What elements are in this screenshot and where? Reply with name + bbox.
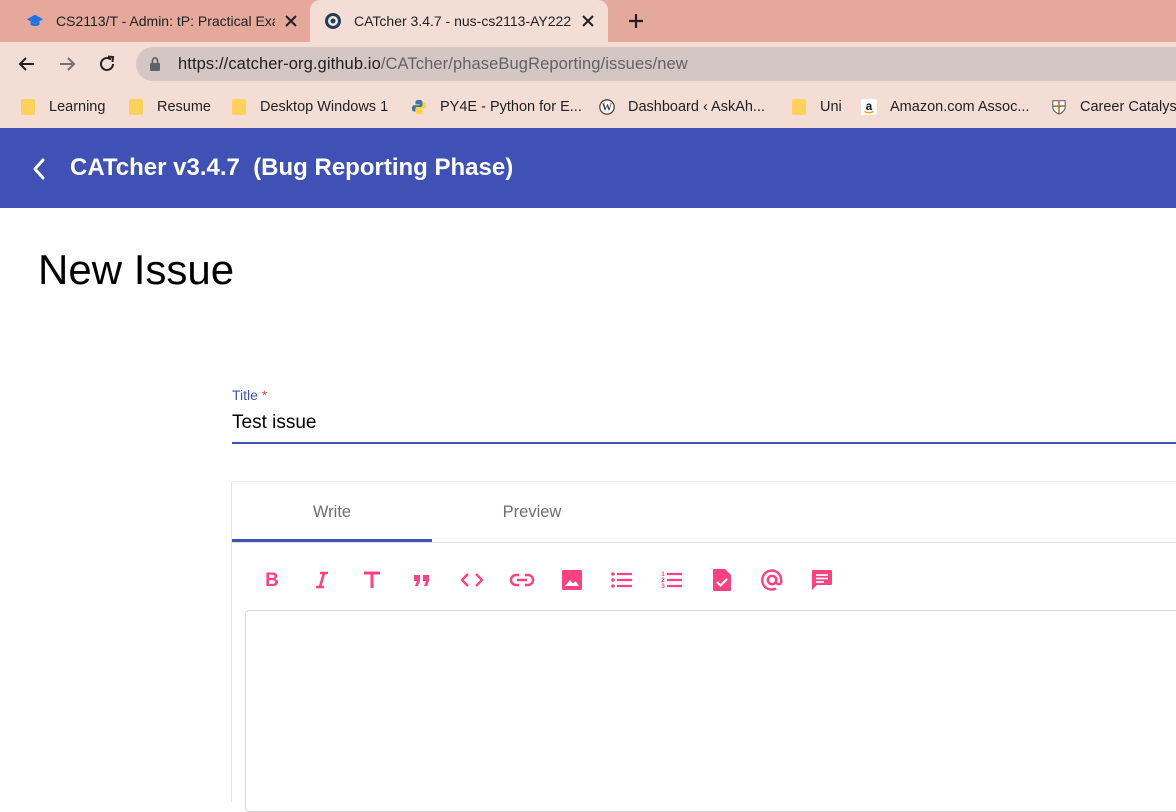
bookmark-label: Career Catalyst xyxy=(1080,99,1176,115)
title-input-underline xyxy=(232,442,1176,444)
tabs-divider xyxy=(232,542,1176,543)
bookmark-career-catalyst[interactable]: Career Catalyst xyxy=(1051,96,1176,118)
app-title: CATcher v3.4.7 (Bug Reporting Phase) xyxy=(70,154,514,181)
numbered-list-icon: 123 xyxy=(661,571,682,590)
reload-button[interactable] xyxy=(93,50,121,78)
close-tab-icon[interactable] xyxy=(281,11,301,31)
link-icon xyxy=(509,573,535,587)
saved-reply-button[interactable] xyxy=(808,566,836,594)
bookmark-label: Dashboard ‹ AskAh... xyxy=(628,99,766,115)
quote-button[interactable] xyxy=(408,566,436,594)
image-icon xyxy=(562,570,582,590)
bold-icon: B xyxy=(265,570,279,591)
page-title: New Issue xyxy=(38,246,235,293)
tab-title: CS2113/T - Admin: tP: Practical Exam xyxy=(56,13,275,29)
bulleted-list-icon xyxy=(611,572,632,588)
catcher-logo-icon xyxy=(324,12,342,30)
folder-icon xyxy=(128,99,144,116)
python-icon xyxy=(411,99,427,116)
plus-icon xyxy=(629,14,643,28)
italic-icon xyxy=(316,571,328,589)
graduation-cap-icon xyxy=(26,12,44,30)
heading-icon xyxy=(364,571,380,588)
svg-text:3: 3 xyxy=(661,583,665,590)
browser-toolbar: https://catcher-org.github.io/CATcher/ph… xyxy=(0,42,1176,86)
bold-button[interactable]: B xyxy=(258,566,286,594)
lock-icon xyxy=(148,56,164,72)
bookmark-desktop-windows[interactable]: Desktop Windows 1 xyxy=(231,96,388,118)
bookmark-label: PY4E - Python for E... xyxy=(440,99,582,115)
close-tab-icon[interactable] xyxy=(578,11,598,31)
wordpress-icon: W xyxy=(599,99,615,116)
saved-reply-icon xyxy=(812,570,832,590)
image-button[interactable] xyxy=(558,566,586,594)
bookmark-uni[interactable]: Uni xyxy=(791,96,842,118)
browser-tab-cs2113[interactable]: CS2113/T - Admin: tP: Practical Exam xyxy=(20,0,305,42)
browser-tab-catcher[interactable]: CATcher 3.4.7 - nus-cs2113-AY2223 xyxy=(310,0,608,42)
bookmark-label: Amazon.com Assoc... xyxy=(890,99,1030,115)
description-editor: Write Preview B 123 xyxy=(231,481,1176,812)
bookmark-learning[interactable]: Learning xyxy=(20,96,105,118)
address-bar[interactable]: https://catcher-org.github.io/CATcher/ph… xyxy=(136,47,1176,81)
tab-strip: CS2113/T - Admin: tP: Practical Exam CAT… xyxy=(0,0,1176,42)
link-button[interactable] xyxy=(508,566,536,594)
bookmark-label: Desktop Windows 1 xyxy=(260,99,389,115)
folder-icon xyxy=(791,99,807,116)
bookmarks-bar: Learning Resume Desktop Windows 1 PY4E -… xyxy=(0,86,1176,128)
new-tab-button[interactable] xyxy=(624,9,648,33)
reload-icon xyxy=(100,55,115,71)
tab-write[interactable]: Write xyxy=(232,482,432,542)
numbered-list-button[interactable]: 123 xyxy=(658,566,686,594)
svg-text:W: W xyxy=(602,103,613,114)
arrow-left-icon xyxy=(18,57,34,71)
bookmark-resume[interactable]: Resume xyxy=(128,96,211,118)
quote-icon xyxy=(414,575,429,586)
task-list-button[interactable] xyxy=(708,566,736,594)
description-textarea[interactable] xyxy=(245,610,1176,812)
title-label-text: Title xyxy=(232,387,258,403)
bulleted-list-button[interactable] xyxy=(608,566,636,594)
title-input[interactable]: Test issue xyxy=(232,412,316,434)
task-list-icon xyxy=(713,569,731,591)
tab-title: CATcher 3.4.7 - nus-cs2113-AY2223 xyxy=(354,13,572,29)
folder-icon xyxy=(20,99,36,116)
svg-text:B: B xyxy=(265,570,279,591)
bookmark-py4e[interactable]: PY4E - Python for E... xyxy=(411,96,582,118)
bookmark-amazon[interactable]: a Amazon.com Assoc... xyxy=(861,96,1029,118)
bookmark-label: Resume xyxy=(157,99,211,115)
crest-icon xyxy=(1051,99,1067,116)
required-marker: * xyxy=(261,387,268,403)
italic-button[interactable] xyxy=(308,566,336,594)
bookmark-label: Learning xyxy=(49,99,106,115)
code-button[interactable] xyxy=(458,566,486,594)
url-text: https://catcher-org.github.io/CATcher/ph… xyxy=(178,55,688,74)
forward-button[interactable] xyxy=(53,50,81,78)
arrow-right-icon xyxy=(60,57,76,71)
back-button[interactable] xyxy=(13,50,41,78)
url-host: https://catcher-org.github.io xyxy=(178,55,381,73)
svg-text:a: a xyxy=(866,101,873,113)
chevron-left-icon xyxy=(33,158,45,180)
mention-button[interactable] xyxy=(758,566,786,594)
folder-icon xyxy=(231,99,247,116)
title-field-label: Title * xyxy=(232,387,267,403)
app-header: CATcher v3.4.7 (Bug Reporting Phase) xyxy=(0,128,1176,208)
amazon-icon: a xyxy=(861,99,877,116)
url-path: /CATcher/phaseBugReporting/issues/new xyxy=(380,55,688,73)
back-nav-button[interactable] xyxy=(26,156,52,182)
code-icon xyxy=(460,573,484,587)
tab-preview[interactable]: Preview xyxy=(432,482,632,542)
heading-button[interactable] xyxy=(358,566,386,594)
mention-icon xyxy=(761,569,783,591)
bookmark-label: Uni xyxy=(820,99,842,115)
bookmark-dashboard[interactable]: W Dashboard ‹ AskAh... xyxy=(599,96,765,118)
